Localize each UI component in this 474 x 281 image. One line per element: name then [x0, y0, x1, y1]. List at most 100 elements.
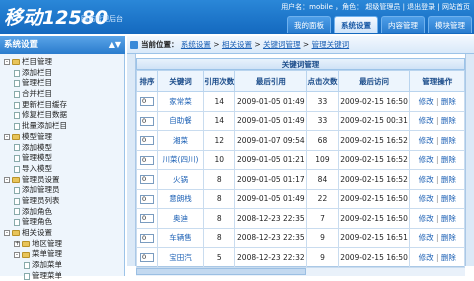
- tab-0[interactable]: 我的面板: [287, 16, 331, 33]
- sidebar-item-label: 添加栏目: [22, 67, 52, 77]
- ref-count: 8: [203, 188, 236, 209]
- sort-input[interactable]: 0: [139, 136, 154, 146]
- sidebar-item[interactable]: 管理员列表: [0, 196, 124, 207]
- delete-link[interactable]: 删除: [441, 253, 456, 262]
- delete-link[interactable]: 删除: [441, 136, 456, 145]
- sidebar-item[interactable]: 添加菜单: [0, 260, 124, 271]
- sort-input[interactable]: 0: [139, 155, 154, 165]
- sidebar-item[interactable]: - 栏目管理: [0, 57, 124, 68]
- breadcrumb-link[interactable]: 相关设置: [222, 40, 252, 49]
- sort-input[interactable]: 0: [139, 253, 154, 263]
- delete-link[interactable]: 删除: [441, 97, 456, 106]
- keyword-link[interactable]: 湘菜: [156, 130, 205, 151]
- page-icon: [14, 80, 20, 88]
- keyword-link[interactable]: 家常菜: [156, 91, 205, 112]
- edit-link[interactable]: 修改: [419, 136, 434, 145]
- delete-link[interactable]: 删除: [441, 233, 456, 242]
- sort-input[interactable]: 0: [139, 233, 154, 243]
- table-row: 0 自助餐 14 2009-01-05 01:49 33 2009-02-15 00:31…: [136, 110, 465, 131]
- column-header: 关键词: [156, 70, 205, 92]
- click-count: 84: [306, 169, 339, 190]
- right-scrollbar[interactable]: [465, 54, 474, 266]
- page-icon: [14, 165, 20, 173]
- edit-link[interactable]: 修改: [419, 97, 434, 106]
- tab-3[interactable]: 模块管理: [428, 16, 472, 33]
- delete-link[interactable]: 删除: [441, 194, 456, 203]
- keyword-link[interactable]: 宝田汽: [156, 247, 205, 268]
- sidebar-item[interactable]: 管理栏目: [0, 78, 124, 89]
- sidebar-item[interactable]: 添加栏目: [0, 68, 124, 79]
- tab-2[interactable]: 内容管理: [381, 16, 425, 33]
- actions-cell: 修改 | 删除: [409, 169, 465, 190]
- delete-link[interactable]: 删除: [441, 155, 456, 164]
- sidebar-item[interactable]: 更新栏目缓存: [0, 100, 124, 111]
- expand-toggle-icon[interactable]: -: [4, 134, 10, 141]
- sort-input[interactable]: 0: [139, 97, 154, 107]
- sidebar-item[interactable]: + 地区管理: [0, 239, 124, 250]
- sidebar-item[interactable]: 添加角色: [0, 207, 124, 218]
- scroll-thumb[interactable]: [136, 268, 306, 275]
- ref-count: 14: [203, 110, 236, 131]
- keyword-link[interactable]: 车辆售: [156, 227, 205, 248]
- ref-count: 14: [203, 91, 236, 112]
- last-ref-time: 2009-01-05 01:49: [234, 91, 308, 112]
- keyword-link[interactable]: 川菜(四川): [156, 149, 205, 170]
- breadcrumb-link[interactable]: 系统设置: [181, 40, 211, 49]
- sort-input[interactable]: 0: [139, 116, 154, 126]
- keyword-link[interactable]: 意朗栈: [156, 188, 205, 209]
- sort-cell: 0: [136, 247, 158, 268]
- edit-link[interactable]: 修改: [419, 155, 434, 164]
- tab-1[interactable]: 系统设置: [334, 16, 378, 33]
- click-count: 68: [306, 130, 339, 151]
- sort-input[interactable]: 0: [139, 214, 154, 224]
- actions-cell: 修改 | 删除: [409, 208, 465, 229]
- edit-link[interactable]: 修改: [419, 175, 434, 184]
- collapse-arrows-icon[interactable]: ▲▼: [109, 36, 121, 54]
- folder-icon: [22, 241, 30, 248]
- expand-toggle-icon[interactable]: -: [4, 176, 10, 183]
- sidebar-item[interactable]: - 相关设置: [0, 228, 124, 239]
- sidebar-item[interactable]: 添加管理员: [0, 185, 124, 196]
- sidebar-item-label: 添加模型: [22, 142, 52, 152]
- user-info[interactable]: 用户名：mobile ，角色： 超级管理员 | 退出登录 | 网站首页: [281, 2, 470, 12]
- sidebar-item[interactable]: 管理模型: [0, 153, 124, 164]
- breadcrumb-link[interactable]: 管理关键词: [312, 40, 350, 49]
- sidebar-item[interactable]: - 菜单管理: [0, 249, 124, 260]
- keyword-link[interactable]: 自助餐: [156, 110, 205, 131]
- sidebar-item[interactable]: - 管理员设置: [0, 175, 124, 186]
- edit-link[interactable]: 修改: [419, 116, 434, 125]
- expand-toggle-icon[interactable]: -: [4, 59, 10, 66]
- sidebar-item[interactable]: - 模型管理: [0, 132, 124, 143]
- page-icon: [24, 272, 30, 280]
- sort-input[interactable]: 0: [139, 194, 154, 204]
- sidebar-item[interactable]: 批量添加栏目: [0, 121, 124, 132]
- sidebar-item[interactable]: 合并栏目: [0, 89, 124, 100]
- edit-link[interactable]: 修改: [419, 194, 434, 203]
- edit-link[interactable]: 修改: [419, 253, 434, 262]
- sort-cell: 0: [136, 208, 158, 229]
- expand-toggle-icon[interactable]: -: [4, 230, 10, 237]
- breadcrumb-link[interactable]: 关键词管理: [263, 40, 301, 49]
- expand-toggle-icon[interactable]: +: [14, 241, 20, 248]
- last-visit-time: 2009-02-15 16:50: [337, 247, 411, 268]
- keyword-link[interactable]: 火锅: [156, 169, 205, 190]
- sidebar-item[interactable]: 管理角色: [0, 217, 124, 228]
- sidebar-item[interactable]: 修复栏目数据: [0, 110, 124, 121]
- breadcrumb-label: 当前位置：: [141, 40, 179, 49]
- sort-input[interactable]: 0: [139, 175, 154, 185]
- sidebar-item[interactable]: 导入模型: [0, 164, 124, 175]
- horizontal-scrollbar[interactable]: [136, 266, 465, 276]
- edit-link[interactable]: 修改: [419, 214, 434, 223]
- delete-link[interactable]: 删除: [441, 175, 456, 184]
- keyword-link[interactable]: 奥迪: [156, 208, 205, 229]
- column-header: 管理操作: [409, 70, 465, 92]
- edit-link[interactable]: 修改: [419, 233, 434, 242]
- sidebar-item-label: 栏目管理: [22, 57, 52, 66]
- delete-link[interactable]: 删除: [441, 116, 456, 125]
- breadcrumb-separator: >: [210, 40, 222, 49]
- left-scrollbar[interactable]: [127, 54, 136, 266]
- sidebar-item[interactable]: 添加模型: [0, 143, 124, 154]
- delete-link[interactable]: 删除: [441, 214, 456, 223]
- expand-toggle-icon[interactable]: -: [14, 251, 20, 258]
- last-ref-time: 2008-12-23 22:35: [234, 227, 308, 248]
